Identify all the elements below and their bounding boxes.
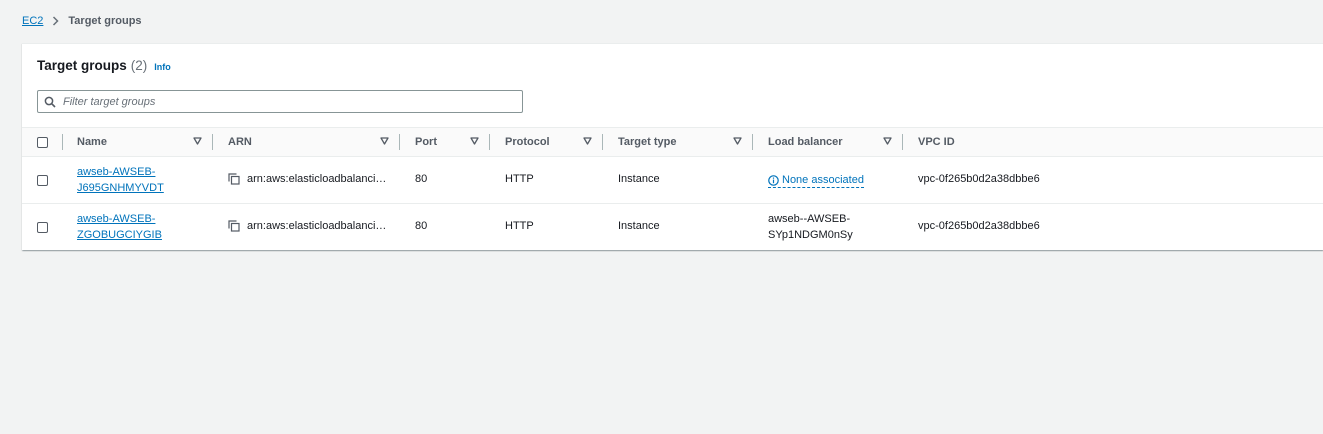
breadcrumb-current: Target groups	[68, 15, 142, 27]
port-value: 80	[415, 220, 428, 232]
column-header-load-balancer[interactable]: Load balancer	[768, 128, 843, 156]
row-checkbox[interactable]	[37, 222, 48, 233]
column-header-vpc-id[interactable]: VPC ID	[918, 128, 955, 156]
table-row[interactable]: awseb-AWSEB- J695GNHMYVDT arn:aws:elasti…	[22, 157, 1323, 204]
table-row[interactable]: awseb-AWSEB- ZGOBUGCIYGIB arn:aws:elasti…	[22, 204, 1323, 251]
sort-down-icon[interactable]	[470, 137, 479, 145]
none-associated-link[interactable]: None associated	[768, 173, 864, 188]
column-header-target-type[interactable]: Target type	[618, 128, 676, 156]
sort-down-icon[interactable]	[883, 137, 892, 145]
arn-value: arn:aws:elasticloadbalanci…	[247, 220, 387, 232]
name-line[interactable]: J695GNHMYVDT	[77, 182, 164, 194]
name-line[interactable]: awseb-AWSEB-	[77, 166, 155, 178]
arn-cell: arn:aws:elasticloadbalanci…	[228, 173, 386, 185]
column-divider	[62, 134, 63, 150]
panel-header: Target groups (2) Info	[37, 58, 171, 73]
page-title: Target groups	[37, 58, 127, 73]
search-icon	[44, 96, 56, 108]
target-type-value: Instance	[618, 173, 660, 185]
load-balancer-line: SYp1NDGM0nSy	[768, 229, 853, 241]
column-divider[interactable]	[902, 134, 903, 150]
column-header-protocol[interactable]: Protocol	[505, 128, 550, 156]
vpc-id-value: vpc-0f265b0d2a38dbbe6	[918, 173, 1040, 185]
port-value: 80	[415, 173, 428, 185]
sort-down-icon[interactable]	[583, 137, 592, 145]
protocol-value: HTTP	[505, 173, 534, 185]
target-group-count: (2)	[130, 58, 148, 73]
target-group-name-link[interactable]: awseb-AWSEB- J695GNHMYVDT	[77, 164, 164, 196]
load-balancer-value[interactable]: None associated	[782, 173, 864, 187]
target-type-value: Instance	[618, 220, 660, 232]
column-divider[interactable]	[752, 134, 753, 150]
column-header-arn[interactable]: ARN	[228, 128, 252, 156]
column-divider[interactable]	[489, 134, 490, 150]
arn-cell: arn:aws:elasticloadbalanci…	[228, 220, 386, 232]
name-line[interactable]: ZGOBUGCIYGIB	[77, 229, 162, 241]
column-divider[interactable]	[602, 134, 603, 150]
load-balancer-cell[interactable]: None associated	[768, 173, 864, 188]
load-balancer-cell: awseb--AWSEB- SYp1NDGM0nSy	[768, 211, 853, 243]
column-divider[interactable]	[212, 134, 213, 150]
copy-icon[interactable]	[228, 173, 240, 185]
vpc-id-value: vpc-0f265b0d2a38dbbe6	[918, 220, 1040, 232]
target-group-name-link[interactable]: awseb-AWSEB- ZGOBUGCIYGIB	[77, 211, 162, 243]
copy-icon[interactable]	[228, 220, 240, 232]
row-checkbox[interactable]	[37, 175, 48, 186]
column-header-name[interactable]: Name	[77, 128, 107, 156]
sort-down-icon[interactable]	[193, 137, 202, 145]
protocol-value: HTTP	[505, 220, 534, 232]
column-header-port[interactable]: Port	[415, 128, 437, 156]
name-line[interactable]: awseb-AWSEB-	[77, 213, 155, 225]
target-groups-panel: Target groups (2) Info Name ARN Port Pro…	[22, 43, 1323, 250]
target-groups-table: Name ARN Port Protocol Target type Load …	[22, 127, 1323, 251]
filter-target-groups[interactable]	[37, 90, 523, 113]
breadcrumb-ec2-link[interactable]: EC2	[22, 15, 43, 27]
info-link[interactable]: Info	[154, 62, 171, 72]
arn-value: arn:aws:elasticloadbalanci…	[247, 173, 387, 185]
table-header: Name ARN Port Protocol Target type Load …	[22, 127, 1323, 157]
info-icon	[768, 174, 779, 186]
sort-down-icon[interactable]	[733, 137, 742, 145]
sort-down-icon[interactable]	[380, 137, 389, 145]
filter-input[interactable]	[61, 94, 505, 109]
load-balancer-line: awseb--AWSEB-	[768, 213, 851, 225]
select-all-checkbox[interactable]	[37, 137, 48, 148]
breadcrumb: EC2 Target groups	[22, 15, 142, 27]
column-divider[interactable]	[399, 134, 400, 150]
chevron-right-icon	[52, 16, 59, 26]
